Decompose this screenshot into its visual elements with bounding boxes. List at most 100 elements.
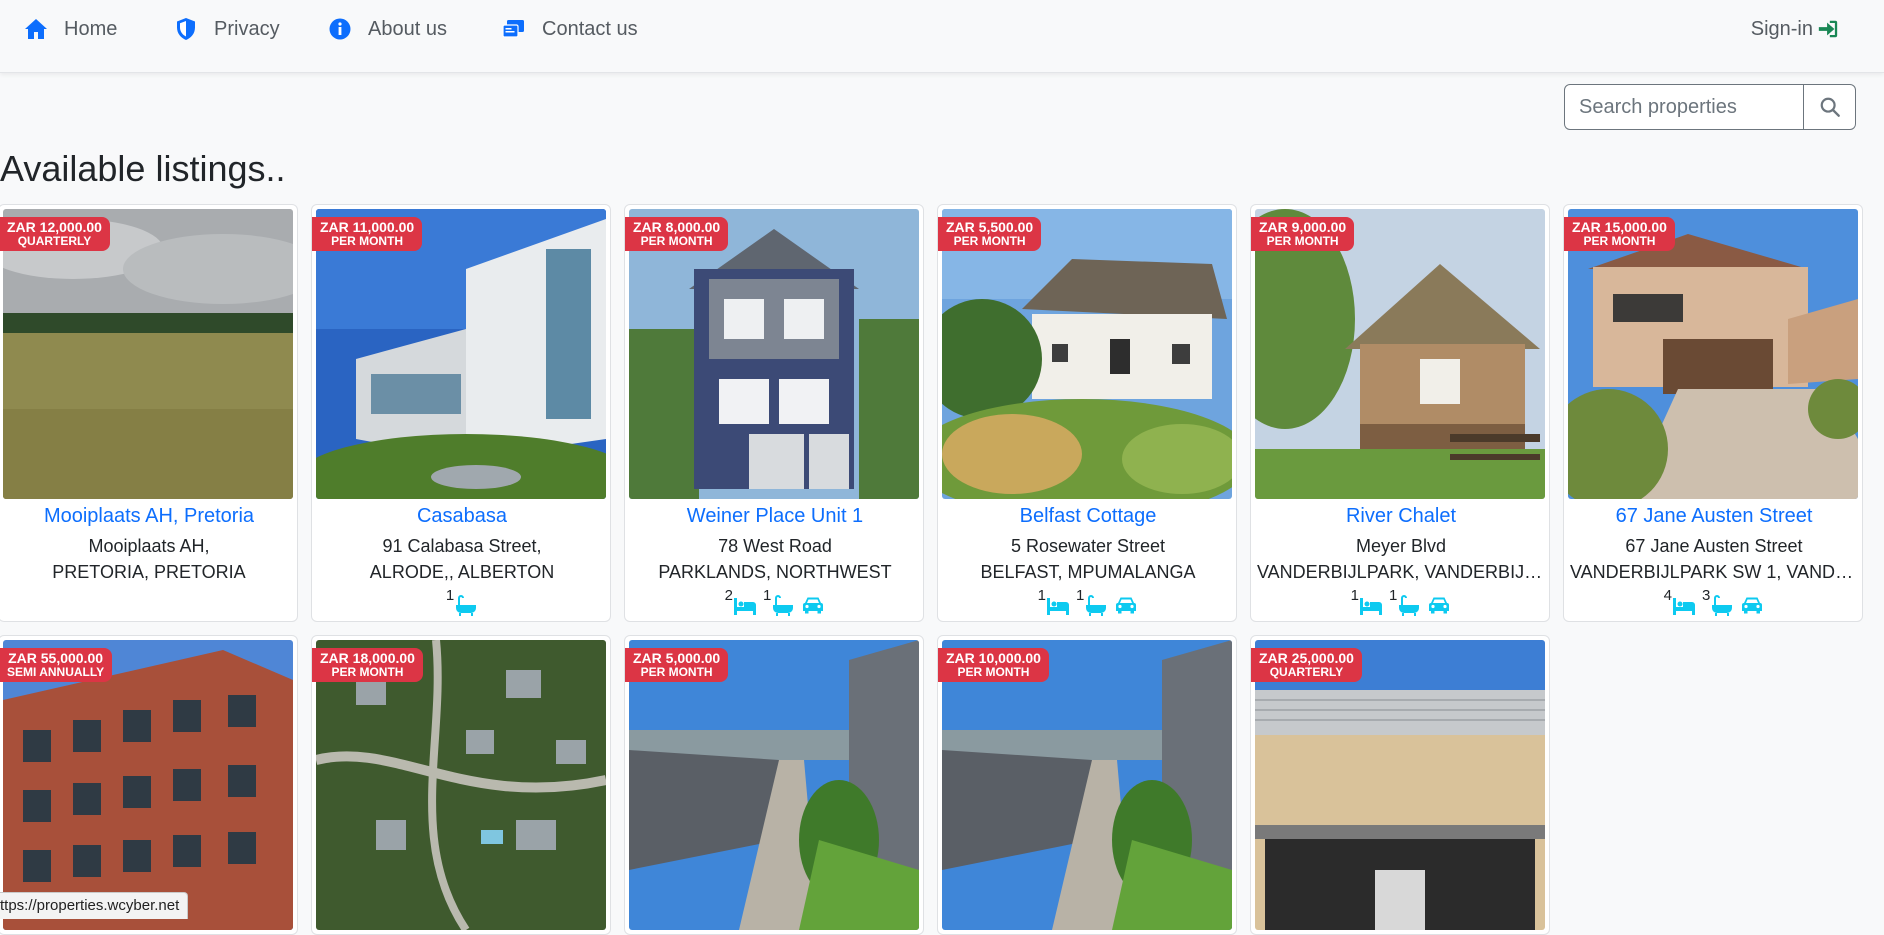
listing-image[interactable] [1255,640,1545,930]
nav-privacy[interactable]: Privacy [174,16,280,42]
home-icon [25,19,47,39]
listing-address-line1: 91 Calabasa Street, [382,536,542,556]
nav-contact-label: Contact us [542,17,638,40]
listing-address-line1: Mooiplaats AH, [88,536,210,556]
browser-status-url: ttps://properties.wcyber.net [0,892,189,919]
listing-address-line2: VANDERBIJLPARK, VANDERBIJLPARK [1257,562,1545,582]
amenities: 4 3 [1564,587,1862,616]
top-navbar: Home Privacy About us Contact us Sign-in [0,0,1884,73]
bath-icon [1399,595,1420,616]
listing-card[interactable]: ZAR 8,000.00 PER MONTH Weiner Place Unit … [624,204,924,622]
bathroom-count: 1 [1076,587,1085,604]
car-icon [1116,597,1137,614]
listing-title[interactable]: Casabasa [312,505,610,528]
property-photo-complex [942,640,1232,930]
car-icon [803,597,824,614]
listing-image[interactable] [942,209,1232,499]
property-photo-warehouse [1255,640,1545,930]
listing-card[interactable]: ZAR 15,000.00 PER MONTH 67 Jane Austen St… [1563,204,1863,622]
sign-in-icon [1818,20,1838,38]
listing-title[interactable]: 67 Jane Austen Street [1564,505,1862,528]
property-photo-cottage [942,209,1232,499]
nav-signin[interactable]: Sign-in [1751,16,1839,42]
bath-icon [773,595,794,616]
property-photo-house [1568,209,1858,499]
search-icon [1820,97,1840,117]
bedroom-count: 1 [1037,587,1046,604]
listing-card[interactable]: ZAR 10,000.00 PER MONTH [937,635,1237,935]
listing-image[interactable] [942,640,1232,930]
listing-card[interactable]: ZAR 9,000.00 PER MONTH River Chalet Meyer… [1250,204,1550,622]
listing-address-line2: VANDERBIJLPARK SW 1, VANDERBIJLPARK [1570,562,1858,582]
shield-icon [177,18,195,40]
listing-image[interactable] [3,209,293,499]
property-photo-complex [629,640,919,930]
listing-card[interactable]: ZAR 12,000.00 QUARTERLY Mooiplaats AH, Pr… [0,204,298,622]
property-photo-aerial [316,640,606,930]
nav-contact[interactable]: Contact us [502,16,638,42]
bath-icon [1712,595,1733,616]
price-badge: ZAR 18,000.00 PER MONTH [312,648,423,682]
listing-image[interactable] [316,640,606,930]
amenities: 1 1 [1251,587,1549,616]
bath-icon [456,595,477,616]
listing-card[interactable]: ZAR 18,000.00 PER MONTH [311,635,611,935]
price-badge: ZAR 12,000.00 QUARTERLY [0,217,110,251]
listing-address-line2: PRETORIA, PRETORIA [52,562,246,582]
property-photo-office [316,209,606,499]
info-icon [329,18,351,40]
listing-card[interactable]: ZAR 5,500.00 PER MONTH Belfast Cottage 5 … [937,204,1237,622]
bed-icon [1047,598,1069,615]
bedroom-count: 2 [724,587,733,604]
listing-title[interactable]: Mooiplaats AH, Pretoria [0,505,297,528]
car-icon [1742,597,1763,614]
bathroom-count: 1 [445,587,455,604]
search-input[interactable] [1564,84,1804,130]
listing-title[interactable]: River Chalet [1251,505,1549,528]
listing-address-line1: 67 Jane Austen Street [1625,536,1803,556]
listing-image[interactable] [3,640,293,930]
bed-icon [1360,598,1382,615]
listing-address-line1: 5 Rosewater Street [1010,536,1166,556]
bedroom-count: 4 [1663,587,1672,604]
listing-card[interactable]: ZAR 11,000.00 PER MONTH Casabasa 91 Calab… [311,204,611,622]
nav-about[interactable]: About us [328,16,447,42]
price-badge: ZAR 8,000.00 PER MONTH [625,217,729,251]
listing-address-line2: PARKLANDS, NORTHWEST [658,562,892,582]
page-title: Available listings.. [0,148,286,189]
search-bar [1564,84,1856,130]
listing-image[interactable] [629,209,919,499]
bed-icon [734,598,756,615]
bedroom-count: 1 [1350,587,1359,604]
property-photo-field [3,209,293,499]
listing-card[interactable]: ZAR 5,000.00 PER MONTH [624,635,924,935]
price-badge: ZAR 10,000.00 PER MONTH [938,648,1049,682]
car-icon [1429,597,1450,614]
listing-image[interactable] [629,640,919,930]
bathroom-count: 1 [1389,587,1398,604]
contact-card-icon [502,20,524,38]
price-badge: ZAR 11,000.00 PER MONTH [312,217,423,251]
listing-image[interactable] [1568,209,1858,499]
nav-home-label: Home [64,17,118,40]
bathroom-count: 1 [763,587,772,604]
listing-image[interactable] [1255,209,1545,499]
listing-card[interactable]: ZAR 25,000.00 QUARTERLY [1250,635,1550,935]
listing-title[interactable]: Weiner Place Unit 1 [625,505,923,528]
bed-icon [1673,598,1695,615]
nav-about-label: About us [368,17,447,40]
price-badge: ZAR 15,000.00 PER MONTH [1564,217,1675,251]
bathroom-count: 3 [1702,587,1711,604]
listing-title[interactable]: Belfast Cottage [938,505,1236,528]
listing-address-line2: ALRODE,, ALBERTON [369,562,555,582]
listing-image[interactable] [316,209,606,499]
nav-home[interactable]: Home [24,16,117,42]
amenities: 2 1 [625,587,923,616]
listing-card[interactable]: ZAR 55,000.00 SEMI ANNUALLY [0,635,298,935]
amenities: 1 1 [938,587,1236,616]
listing-address-line2: BELFAST, MPUMALANGA [980,562,1196,582]
nav-signin-label: Sign-in [1750,17,1813,40]
listing-address-line1: Meyer Blvd [1355,536,1447,556]
listing-address-line1: 78 West Road [718,536,832,556]
search-button[interactable] [1804,84,1856,130]
